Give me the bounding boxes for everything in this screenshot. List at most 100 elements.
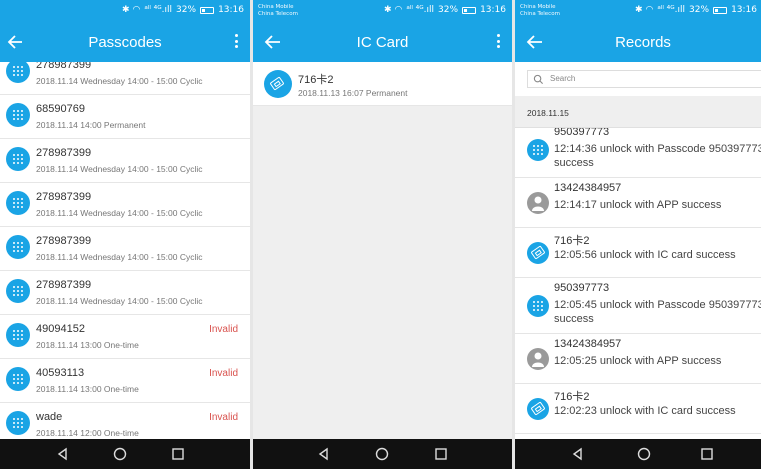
passcode-value: 278987399 xyxy=(36,191,92,203)
app-bar: Passcodes xyxy=(0,22,250,62)
passcode-value: 49094152 xyxy=(36,323,85,335)
keypad-icon xyxy=(13,66,23,76)
passcode-item[interactable]: 278987399 2018.11.14 Wednesday 14:00 - 15… xyxy=(0,62,250,95)
record-user: 950397773 xyxy=(554,282,610,294)
nav-back-icon[interactable] xyxy=(55,446,71,462)
passcode-item[interactable]: 278987399 2018.11.14 Wednesday 14:00 - 15… xyxy=(0,139,250,183)
signal-icon: ᵃˡˡ ⁴ᴳ.ıll xyxy=(657,5,686,15)
passcode-detail: 2018.11.14 13:00 One-time xyxy=(36,384,139,394)
nav-recents-icon[interactable] xyxy=(699,446,715,462)
keypad-icon xyxy=(533,301,543,311)
keypad-icon xyxy=(13,198,23,208)
clock: 13:16 xyxy=(480,5,506,15)
passcode-detail: 2018.11.14 12:00 One-time xyxy=(36,428,139,438)
passcode-item[interactable]: wade 2018.11.14 12:00 One-time Invalid xyxy=(0,403,250,439)
passcode-detail: 2018.11.14 Wednesday 14:00 - 15:00 Cycli… xyxy=(36,208,203,218)
app-bar: Records xyxy=(515,22,761,62)
passcode-icon-circle xyxy=(6,103,30,127)
passcode-item[interactable]: 278987399 2018.11.14 Wednesday 14:00 - 15… xyxy=(0,227,250,271)
status-indicators: ✱ ◠ ᵃˡˡ ⁴ᴳ.ıll 32% 13:16 xyxy=(384,5,506,15)
invalid-badge: Invalid xyxy=(209,324,238,335)
ic-card-detail: 2018.11.13 16:07 Permanent xyxy=(298,88,408,98)
record-item[interactable]: 716卡2 12:02:23 unlock with IC card succes… xyxy=(515,384,761,434)
record-user: 716卡2 xyxy=(554,391,590,403)
page-title: IC Card xyxy=(356,34,409,51)
ic-card-list[interactable]: 716卡2 2018.11.13 16:07 Permanent xyxy=(253,62,512,439)
passcode-icon-circle xyxy=(6,411,30,435)
bluetooth-wifi-icons: ✱ ◠ xyxy=(122,5,141,15)
keypad-icon xyxy=(13,154,23,164)
record-description: 12:02:23 unlock with IC card success xyxy=(554,405,736,417)
passcode-item[interactable]: 278987399 2018.11.14 Wednesday 14:00 - 15… xyxy=(0,183,250,227)
ic-card-screen: 716卡2 2018.11.13 16:07 Permanent China M… xyxy=(253,0,512,469)
android-nav-bar xyxy=(515,439,761,469)
status-bar: ✱ ◠ ᵃˡˡ ⁴ᴳ.ıll 32% 13:16 xyxy=(0,0,250,22)
battery-icon xyxy=(462,6,477,14)
record-item[interactable]: 950397773 12:14:36 unlock with Passcode 9… xyxy=(515,128,761,178)
battery-percent: 32% xyxy=(438,5,459,15)
record-description: 12:14:17 unlock with APP success xyxy=(554,199,722,211)
record-description: 12:14:36 unlock with Passcode 950397773 xyxy=(554,143,761,155)
passcode-icon-circle xyxy=(6,147,30,171)
search-icon xyxy=(533,74,544,85)
passcode-item[interactable]: 68590769 2018.11.14 14:00 Permanent xyxy=(0,95,250,139)
keypad-icon xyxy=(533,145,543,155)
app-bar: IC Card xyxy=(253,22,512,62)
keypad-icon xyxy=(13,242,23,252)
passcode-item[interactable]: 40593113 2018.11.14 13:00 One-time Invalid xyxy=(0,359,250,403)
records-screen: Search 2018.11.15 950397773 12:14:36 unlo… xyxy=(515,0,761,469)
user-icon xyxy=(532,196,544,211)
ic-card-item[interactable]: 716卡2 2018.11.13 16:07 Permanent xyxy=(253,62,512,106)
passcode-detail: 2018.11.14 Wednesday 14:00 - 15:00 Cycli… xyxy=(36,296,203,306)
signal-icon: ᵃˡˡ ⁴ᴳ.ıll xyxy=(406,5,435,15)
record-item[interactable]: 716卡2 12:05:56 unlock with IC card succes… xyxy=(515,228,761,278)
passcodes-screen: 278987399 2018.11.14 Wednesday 14:00 - 15… xyxy=(0,0,250,469)
passcode-value: 278987399 xyxy=(36,62,92,71)
user-icon-circle xyxy=(527,192,549,214)
record-description: 12:05:56 unlock with IC card success xyxy=(554,249,736,261)
passcode-value: 40593113 xyxy=(36,367,85,379)
passcode-value: 278987399 xyxy=(36,147,92,159)
record-item[interactable]: 950397773 12:05:45 unlock with Passcode 9… xyxy=(515,278,761,334)
status-bar: China Mobile China Telecom ✱ ◠ ᵃˡˡ ⁴ᴳ.ıl… xyxy=(253,0,512,22)
nav-home-icon[interactable] xyxy=(112,446,128,462)
battery-icon xyxy=(200,6,215,14)
more-menu-icon[interactable] xyxy=(496,34,502,50)
keypad-icon xyxy=(13,110,23,120)
search-box[interactable]: Search xyxy=(527,70,761,88)
status-bar: China Mobile China Telecom ✱ ◠ ᵃˡˡ ⁴ᴳ.ıl… xyxy=(515,0,761,22)
record-description: 12:05:25 unlock with APP success xyxy=(554,355,722,367)
passcode-icon-circle xyxy=(6,367,30,391)
nav-back-icon[interactable] xyxy=(570,446,586,462)
section-date: 2018.11.15 xyxy=(527,108,569,118)
more-menu-icon[interactable] xyxy=(234,34,240,50)
records-list[interactable]: 950397773 12:14:36 unlock with Passcode 9… xyxy=(515,128,761,439)
nav-home-icon[interactable] xyxy=(636,446,652,462)
record-description-cont: success xyxy=(554,313,594,325)
carrier-line-1: China Mobile xyxy=(520,4,556,10)
nav-home-icon[interactable] xyxy=(374,446,390,462)
record-item[interactable]: 13424384957 12:14:17 unlock with APP succ… xyxy=(515,178,761,228)
passcode-detail: 2018.11.14 Wednesday 14:00 - 15:00 Cycli… xyxy=(36,76,203,86)
passcode-value: wade xyxy=(36,411,63,423)
user-icon xyxy=(532,352,544,367)
ic-card-icon-circle xyxy=(264,70,292,98)
battery-icon xyxy=(713,6,728,14)
record-item[interactable]: 13424384957 12:05:25 unlock with APP succ… xyxy=(515,334,761,384)
ic-card-icon-circle xyxy=(527,398,549,420)
passcode-value: 278987399 xyxy=(36,235,92,247)
ic-card-icon xyxy=(530,401,546,416)
passcode-icon-circle xyxy=(6,191,30,215)
nav-recents-icon[interactable] xyxy=(433,446,449,462)
nav-back-icon[interactable] xyxy=(316,446,332,462)
passcode-icon-circle xyxy=(6,323,30,347)
nav-recents-icon[interactable] xyxy=(170,446,186,462)
passcode-item[interactable]: 49094152 2018.11.14 13:00 One-time Invalid xyxy=(0,315,250,359)
passcode-list[interactable]: 278987399 2018.11.14 Wednesday 14:00 - 15… xyxy=(0,62,250,439)
keypad-icon xyxy=(13,330,23,340)
passcode-item[interactable]: 278987399 2018.11.14 Wednesday 14:00 - 15… xyxy=(0,271,250,315)
clock: 13:16 xyxy=(731,5,757,15)
date-section-header: 2018.11.15 xyxy=(515,96,761,128)
ic-card-icon-circle xyxy=(527,242,549,264)
carrier-line-2: China Telecom xyxy=(258,10,298,17)
